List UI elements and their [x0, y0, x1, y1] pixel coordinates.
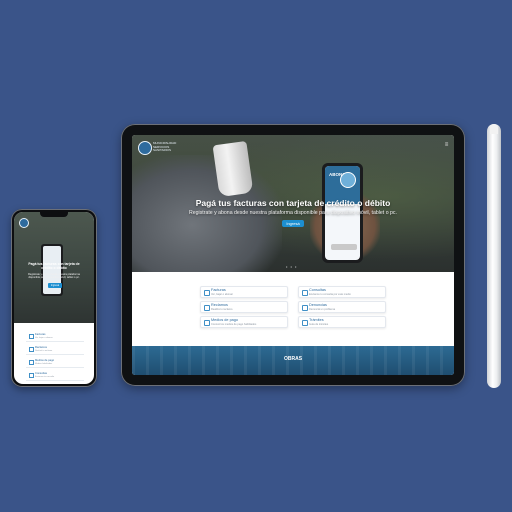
- services-grid: Facturas Ver, bajar o abonar Consultas E…: [200, 286, 386, 328]
- hero-banner: ABONO MUNICIPALIDAD SERVICIOS SANITARIOS…: [132, 135, 454, 272]
- chat-icon: [302, 290, 308, 296]
- hero-subtitle: Registrate y abona desde nuestra platafo…: [189, 210, 397, 216]
- carousel-indicator[interactable]: • • •: [286, 264, 297, 269]
- phone-card-title: Medios de pago: [35, 359, 55, 362]
- card-facturas[interactable]: Facturas Ver, bajar o abonar: [200, 286, 288, 298]
- card-icon: [204, 320, 210, 326]
- phone-card-description: Medios habilitados: [35, 363, 53, 365]
- phone-ingresar-button[interactable]: Ingresá: [48, 283, 62, 288]
- phone-card-title: Reclamos: [35, 346, 47, 349]
- phone-hero-banner: Pagá tus facturas con tarjeta de crédito…: [14, 212, 94, 323]
- phone-card[interactable]: Facturas Ver, bajar o abonar: [26, 332, 84, 342]
- card-title: Denuncias: [309, 303, 327, 307]
- phone-logo-icon[interactable]: [19, 218, 29, 228]
- stylus-pencil: [487, 124, 501, 388]
- phone-card-description: Envianos tu consulta: [35, 376, 55, 378]
- phone-notch: [40, 212, 68, 217]
- hero-phone-badge: [340, 172, 356, 188]
- people-icon: [302, 305, 308, 311]
- phone-hero-photo: [41, 244, 63, 296]
- card-description: Guía de trámites: [309, 323, 329, 326]
- phone-device: Pagá tus facturas con tarjeta de crédito…: [11, 209, 97, 387]
- card-title: Facturas: [211, 288, 226, 292]
- card-tramites[interactable]: Trámites Guía de trámites: [298, 316, 386, 328]
- phone-hero-subtitle: Registrate y abona desde nuestra platafo…: [28, 273, 80, 280]
- document-icon: [204, 290, 210, 296]
- tablet-screen: ABONO MUNICIPALIDAD SERVICIOS SANITARIOS…: [132, 135, 454, 375]
- card-description: Denunciá un problema: [309, 308, 336, 311]
- site-logo-icon[interactable]: [138, 141, 152, 155]
- card-title: Consultas: [309, 288, 326, 292]
- card-description: Ver, bajar o abonar: [211, 293, 233, 296]
- card-description: Realizá tu reclamo: [211, 308, 233, 311]
- logo-line: SANITARIOS: [153, 148, 171, 153]
- card-icon: [29, 360, 34, 365]
- card-denuncias[interactable]: Denuncias Denunciá un problema: [298, 301, 386, 313]
- card-title: Medios de pago: [211, 318, 239, 322]
- phone-card-title: Facturas: [35, 333, 46, 336]
- document-icon: [29, 334, 34, 339]
- phone-icon: [204, 305, 210, 311]
- obras-section: OBRAS: [132, 346, 454, 375]
- hero-photo-cup: [212, 140, 254, 198]
- obras-heading: OBRAS: [283, 356, 303, 362]
- card-description: Conocé los medios de pago habilitados: [211, 323, 257, 326]
- phone-card-description: Realizá tu reclamo: [35, 350, 53, 352]
- phone-icon: [29, 347, 34, 352]
- calendar-icon: [302, 320, 308, 326]
- hero-title: Pagá tus facturas con tarjeta de crédito…: [195, 198, 391, 208]
- card-title: Reclamos: [211, 303, 228, 307]
- card-medios-de-pago[interactable]: Medios de pago Conocé los medios de pago…: [200, 316, 288, 328]
- site-logo-text: MUNICIPALIDAD SERVICIOS SANITARIOS: [153, 141, 187, 153]
- card-title: Trámites: [309, 318, 324, 322]
- hamburger-icon[interactable]: ≡: [444, 142, 449, 148]
- ingresar-button[interactable]: Ingresá: [282, 220, 304, 227]
- card-reclamos[interactable]: Reclamos Realizá tu reclamo: [200, 301, 288, 313]
- tablet-device: ABONO MUNICIPALIDAD SERVICIOS SANITARIOS…: [121, 124, 465, 386]
- phone-card[interactable]: Reclamos Realizá tu reclamo: [26, 345, 84, 355]
- phone-card[interactable]: Medios de pago Medios habilitados: [26, 358, 84, 368]
- phone-card-description: Ver, bajar o abonar: [35, 337, 53, 339]
- phone-hero-title: Pagá tus facturas con tarjeta de crédito…: [28, 262, 80, 270]
- stylus-tip: [490, 124, 498, 134]
- phone-card-title: Consultas: [35, 372, 47, 375]
- chat-icon: [29, 373, 34, 378]
- phone-card[interactable]: Consultas Envianos tu consulta: [26, 371, 84, 381]
- hero-phone-button: [331, 244, 357, 250]
- phone-screen: Pagá tus facturas con tarjeta de crédito…: [14, 212, 94, 384]
- card-consultas[interactable]: Consultas Envianos tu consulta por este …: [298, 286, 386, 298]
- card-description: Envianos tu consulta por este medio: [309, 293, 351, 296]
